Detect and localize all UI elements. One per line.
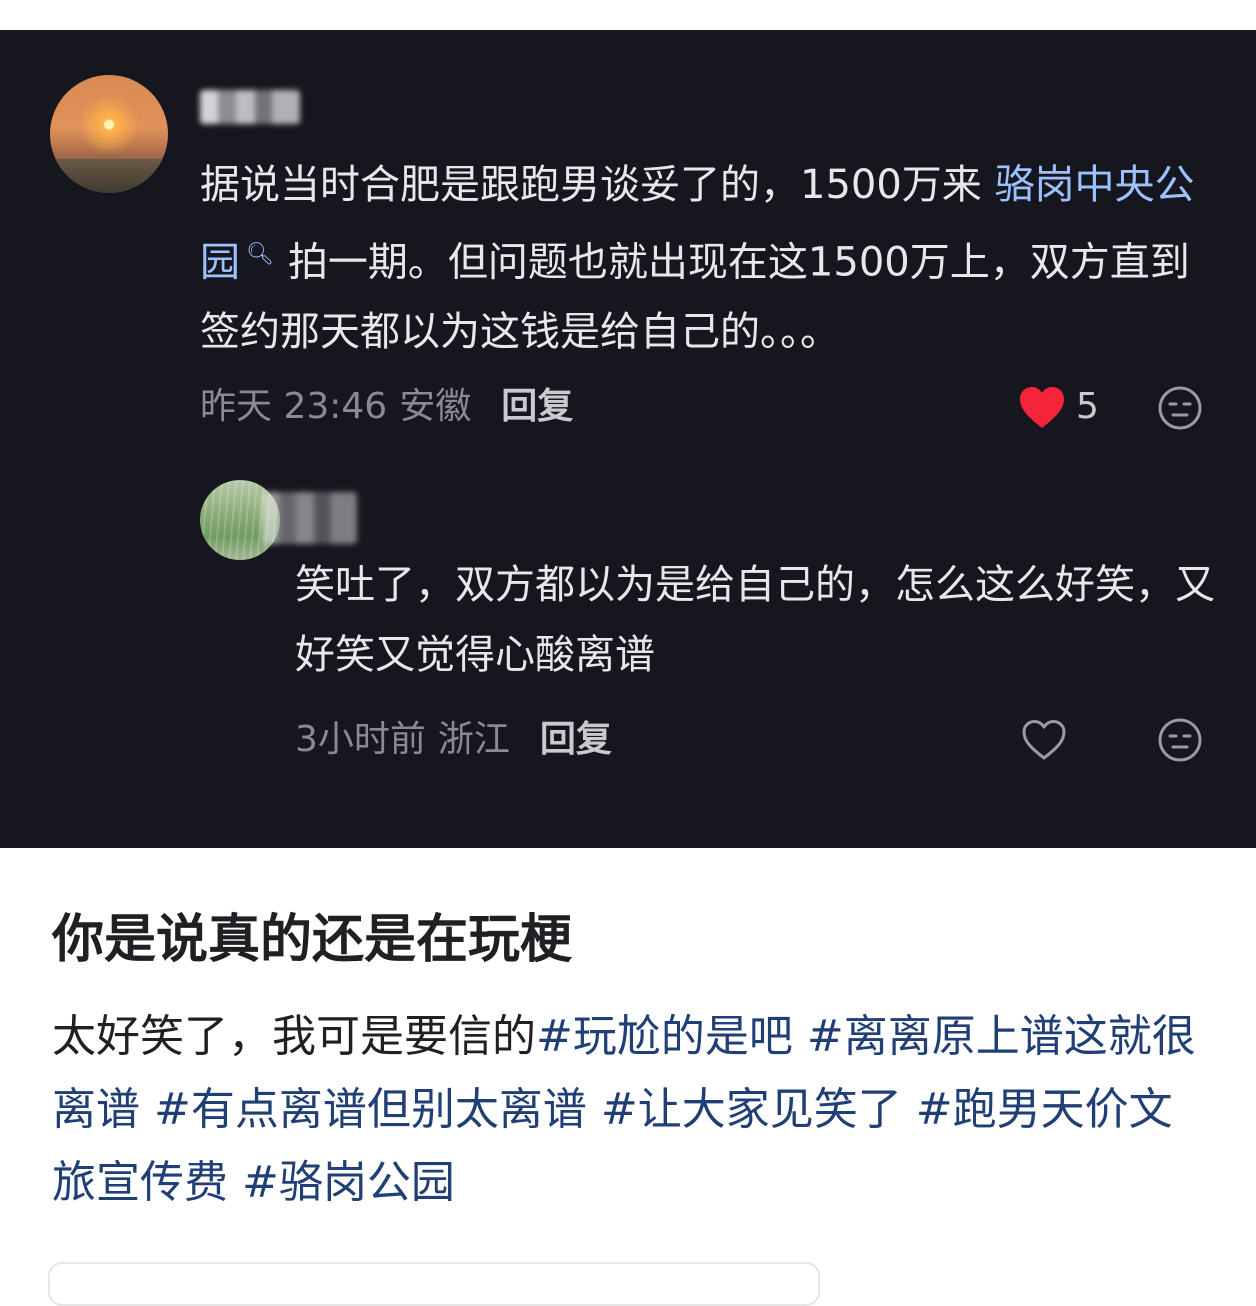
post-body: 太好笑了，我可是要信的#玩尬的是吧 #离离原上谱这就很离谱 #有点离谱但别太离谱… [52,1000,1212,1219]
commenter-name-blurred[interactable] [200,90,300,124]
reply-location: 浙江 [437,719,510,760]
comment-meta: 昨天 23:46 安徽 回复 [200,385,573,429]
reply-button[interactable]: 回复 [540,718,612,762]
comment-screenshot: 据说当时合肥是跟跑男谈妥了的，1500万来 骆岗中央公园 🔍︎ 拍一期。但问题也就出… [0,30,1256,848]
reply-time: 3小时前 [295,719,426,760]
expressionless-face-icon[interactable] [1157,717,1203,763]
hashtag[interactable]: #骆岗公园 [242,1157,455,1208]
post-title: 你是说真的还是在玩梗 [52,910,573,970]
hashtag[interactable]: #玩尬的是吧 [536,1011,793,1062]
comment-time: 昨天 23:46 [200,386,388,427]
post-body-text: 太好笑了，我可是要信的 [52,1011,536,1062]
bottom-card[interactable] [48,1262,820,1306]
like-count: 5 [1076,386,1099,427]
comment-location: 安徽 [399,386,472,427]
comment-text: 据说当时合肥是跟跑男谈妥了的，1500万来 骆岗中央公园 🔍︎ 拍一期。但问题也就出… [200,162,1195,356]
replier-name-blurred[interactable] [262,492,357,544]
hashtag[interactable]: #有点离谱但别太离谱 [154,1084,587,1135]
avatar-landscape [50,159,168,193]
reply-text: 笑吐了，双方都以为是给自己的，怎么这么好笑，又好笑又觉得心酸离谱 [295,562,1215,678]
expressionless-face-icon[interactable] [1157,385,1203,431]
reply-button[interactable]: 回复 [501,385,573,429]
heart-outline-icon[interactable] [1020,718,1068,762]
heart-icon[interactable] [1018,386,1066,430]
reply-meta: 3小时前 浙江 回复 [295,718,612,762]
commenter-avatar[interactable] [50,75,168,193]
search-icon[interactable]: 🔍︎ [246,242,274,267]
hashtag[interactable]: #让大家见笑了 [601,1084,902,1135]
